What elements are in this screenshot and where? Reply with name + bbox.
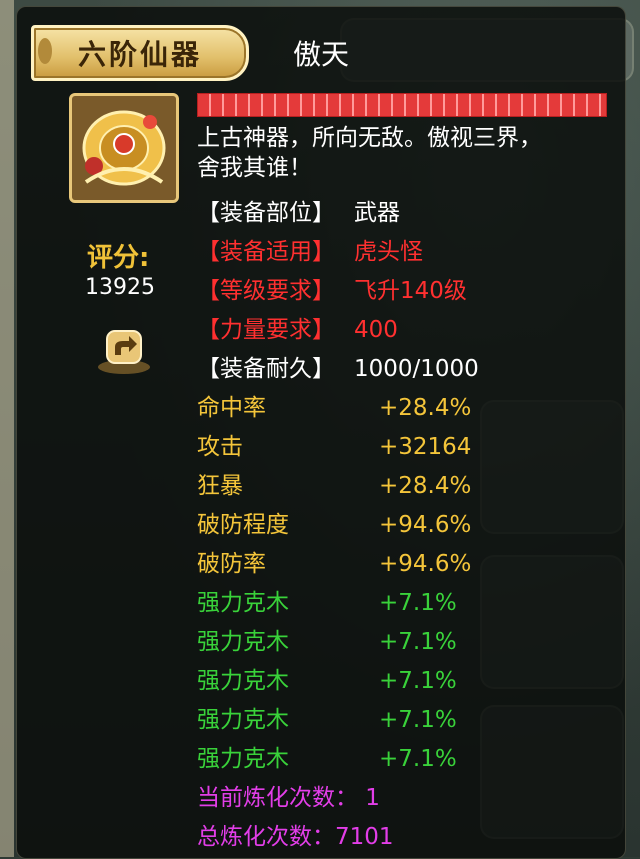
requirement-label: 【装备耐久】 bbox=[197, 356, 335, 382]
attribute-row: 强力克木 +7.1% bbox=[197, 704, 457, 736]
requirement-row: 【装备耐久】 1000/1000 bbox=[197, 353, 479, 385]
attribute-value: +7.1% bbox=[379, 746, 457, 772]
attribute-label: 破防率 bbox=[197, 551, 266, 577]
item-name: 傲天 bbox=[293, 38, 350, 71]
attribute-label: 攻击 bbox=[197, 434, 243, 460]
durability-bar bbox=[197, 93, 607, 117]
attribute-label: 强力克木 bbox=[197, 590, 289, 616]
requirement-value: 武器 bbox=[354, 200, 400, 226]
requirement-label: 【力量要求】 bbox=[197, 317, 335, 343]
requirement-row: 【装备适用】 虎头怪 bbox=[197, 236, 423, 268]
item-description: 上古神器，所向无敌。傲视三界，舍我其谁！ bbox=[197, 125, 542, 181]
requirement-label: 【等级要求】 bbox=[197, 278, 335, 304]
requirement-value: 虎头怪 bbox=[354, 239, 423, 265]
attribute-value: +7.1% bbox=[379, 590, 457, 616]
requirement-row: 【装备部位】 武器 bbox=[197, 197, 400, 229]
tier-banner: 六阶仙器 bbox=[31, 25, 249, 81]
attribute-label: 强力克木 bbox=[197, 668, 289, 694]
attribute-row: 强力克木 +7.1% bbox=[197, 587, 457, 619]
score-label: 评分: bbox=[87, 243, 150, 273]
requirement-label: 【装备适用】 bbox=[197, 239, 335, 265]
refine-count-total: 总炼化次数：7101 bbox=[197, 824, 394, 850]
attribute-row: 攻击 +32164 bbox=[197, 431, 471, 463]
requirement-row: 【力量要求】 400 bbox=[197, 314, 398, 346]
golden-weapon-icon bbox=[69, 93, 179, 203]
requirement-value: 1000/1000 bbox=[354, 356, 479, 382]
attribute-value: +7.1% bbox=[379, 668, 457, 694]
attribute-row: 命中率 +28.4% bbox=[197, 392, 471, 424]
requirement-row: 【等级要求】 飞升140级 bbox=[197, 275, 467, 307]
attribute-row: 强力克木 +7.1% bbox=[197, 665, 457, 697]
attribute-row: 破防率 +94.6% bbox=[197, 548, 471, 580]
attribute-row: 强力克木 +7.1% bbox=[197, 626, 457, 658]
attribute-row: 破防程度 +94.6% bbox=[197, 509, 471, 541]
requirement-value: 飞升140级 bbox=[354, 278, 467, 304]
attribute-value: +28.4% bbox=[379, 473, 472, 499]
refine-count-current: 当前炼化次数： 1 bbox=[197, 785, 380, 811]
attribute-row: 强力克木 +7.1% bbox=[197, 743, 457, 775]
attribute-label: 强力克木 bbox=[197, 629, 289, 655]
attribute-label: 强力克木 bbox=[197, 707, 289, 733]
banner-ornament-icon bbox=[38, 38, 52, 64]
item-tooltip: 六阶仙器 傲天 评分: 13925 上古神器，所向无敌。傲视三界，舍我其谁！ 【… bbox=[16, 6, 626, 859]
requirement-label: 【装备部位】 bbox=[197, 200, 335, 226]
share-arrow-icon[interactable] bbox=[95, 325, 153, 375]
attribute-value: +32164 bbox=[379, 434, 472, 460]
attribute-label: 强力克木 bbox=[197, 746, 289, 772]
background-frame bbox=[0, 0, 14, 857]
attribute-label: 破防程度 bbox=[197, 512, 289, 538]
attribute-value: +94.6% bbox=[379, 551, 472, 577]
tier-label: 六阶仙器 bbox=[77, 38, 202, 71]
attribute-label: 命中率 bbox=[197, 395, 266, 421]
attribute-value: +28.4% bbox=[379, 395, 472, 421]
attribute-row: 狂暴 +28.4% bbox=[197, 470, 471, 502]
requirement-value: 400 bbox=[354, 317, 398, 343]
attribute-value: +7.1% bbox=[379, 629, 457, 655]
score-value: 13925 bbox=[85, 275, 155, 300]
attribute-value: +7.1% bbox=[379, 707, 457, 733]
attribute-value: +94.6% bbox=[379, 512, 472, 538]
attribute-label: 狂暴 bbox=[197, 473, 243, 499]
